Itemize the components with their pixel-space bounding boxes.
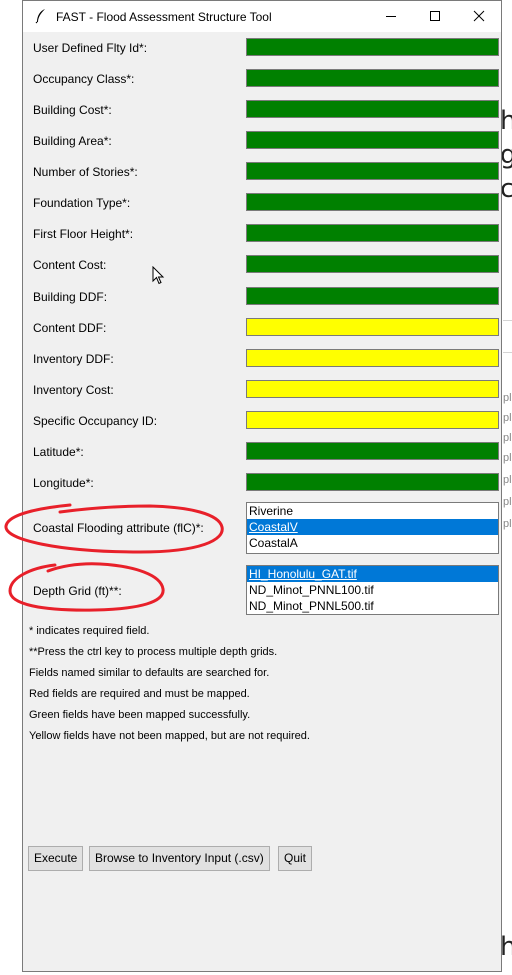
field-label: Inventory DDF: bbox=[33, 352, 114, 366]
field-label: Latitude*: bbox=[33, 445, 84, 459]
background-text: pl bbox=[503, 474, 512, 486]
close-icon bbox=[473, 10, 485, 22]
background-divider bbox=[503, 320, 512, 321]
browse-inventory-button[interactable]: Browse to Inventory Input (.csv) bbox=[89, 846, 270, 871]
coastal-flooding-listbox[interactable]: Riverine CoastalV CoastalA bbox=[246, 502, 499, 554]
background-text: pl bbox=[503, 412, 512, 424]
help-note: Red fields are required and must be mapp… bbox=[29, 688, 250, 700]
background-text: pl bbox=[503, 432, 512, 444]
field-status-indicator bbox=[246, 411, 499, 429]
help-note: * indicates required field. bbox=[29, 625, 150, 637]
field-status-indicator bbox=[246, 473, 499, 491]
field-status-indicator bbox=[246, 162, 499, 180]
execute-button[interactable]: Execute bbox=[28, 846, 84, 871]
help-note: Green fields have been mapped successful… bbox=[29, 709, 251, 721]
depth-grid-listbox[interactable]: HI_Honolulu_GAT.tif ND_Minot_PNNL100.tif N… bbox=[246, 565, 499, 615]
field-status-indicator bbox=[246, 100, 499, 118]
depth-grid-option[interactable]: ND_Minot_PNNL500.tif bbox=[247, 598, 498, 614]
minimize-icon bbox=[386, 16, 396, 17]
background-divider bbox=[503, 352, 512, 353]
background-text: pl bbox=[503, 452, 512, 464]
field-status-indicator bbox=[246, 442, 499, 460]
close-button[interactable] bbox=[457, 1, 501, 32]
field-label: Building DDF: bbox=[33, 290, 108, 304]
window-title: FAST - Flood Assessment Structure Tool bbox=[56, 10, 272, 24]
field-label: Specific Occupancy ID: bbox=[33, 414, 158, 428]
fast-window: FAST - Flood Assessment Structure Tool U… bbox=[22, 0, 502, 972]
field-label: Building Area*: bbox=[33, 134, 112, 148]
title-bar[interactable]: FAST - Flood Assessment Structure Tool bbox=[23, 1, 501, 32]
field-status-indicator bbox=[246, 69, 499, 87]
background-text: pl bbox=[503, 518, 512, 530]
field-status-indicator bbox=[246, 131, 499, 149]
coastal-flooding-option[interactable]: CoastalV bbox=[247, 519, 498, 535]
quit-button[interactable]: Quit bbox=[278, 846, 313, 871]
field-status-indicator bbox=[246, 224, 499, 242]
field-status-indicator bbox=[246, 318, 499, 336]
field-status-indicator bbox=[246, 287, 499, 305]
field-label: First Floor Height*: bbox=[33, 227, 134, 241]
depth-grid-label: Depth Grid (ft)**: bbox=[33, 584, 122, 598]
field-label: Content Cost: bbox=[33, 258, 107, 272]
field-status-indicator bbox=[246, 193, 499, 211]
background-text: pl bbox=[503, 392, 512, 404]
depth-grid-option[interactable]: HI_Honolulu_GAT.tif bbox=[247, 566, 498, 582]
field-label: Inventory Cost: bbox=[33, 383, 114, 397]
help-note: **Press the ctrl key to process multiple… bbox=[29, 646, 278, 658]
field-status-indicator bbox=[246, 349, 499, 367]
field-label: Longitude*: bbox=[33, 476, 94, 490]
maximize-button[interactable] bbox=[413, 1, 457, 32]
background-text: pl bbox=[503, 496, 512, 508]
field-label: Number of Stories*: bbox=[33, 165, 138, 179]
field-status-indicator bbox=[246, 380, 499, 398]
field-label: Content DDF: bbox=[33, 321, 107, 335]
mouse-cursor-icon bbox=[152, 266, 165, 285]
coastal-flooding-option[interactable]: CoastalA bbox=[247, 535, 498, 551]
help-note: Yellow fields have not been mapped, but … bbox=[29, 730, 310, 742]
field-status-indicator bbox=[246, 255, 499, 273]
field-label: User Defined Flty Id*: bbox=[33, 41, 148, 55]
depth-grid-option[interactable]: ND_Minot_PNNL100.tif bbox=[247, 582, 498, 598]
maximize-icon bbox=[430, 11, 440, 21]
field-label: Building Cost*: bbox=[33, 103, 112, 117]
field-label: Foundation Type*: bbox=[33, 196, 131, 210]
coastal-flooding-option[interactable]: Riverine bbox=[247, 503, 498, 519]
field-label: Occupancy Class*: bbox=[33, 72, 135, 86]
feather-icon bbox=[35, 9, 45, 24]
minimize-button[interactable] bbox=[369, 1, 413, 32]
coastal-flooding-label: Coastal Flooding attribute (flC)*: bbox=[33, 521, 204, 535]
help-note: Fields named similar to defaults are sea… bbox=[29, 667, 270, 679]
field-status-indicator bbox=[246, 38, 499, 56]
